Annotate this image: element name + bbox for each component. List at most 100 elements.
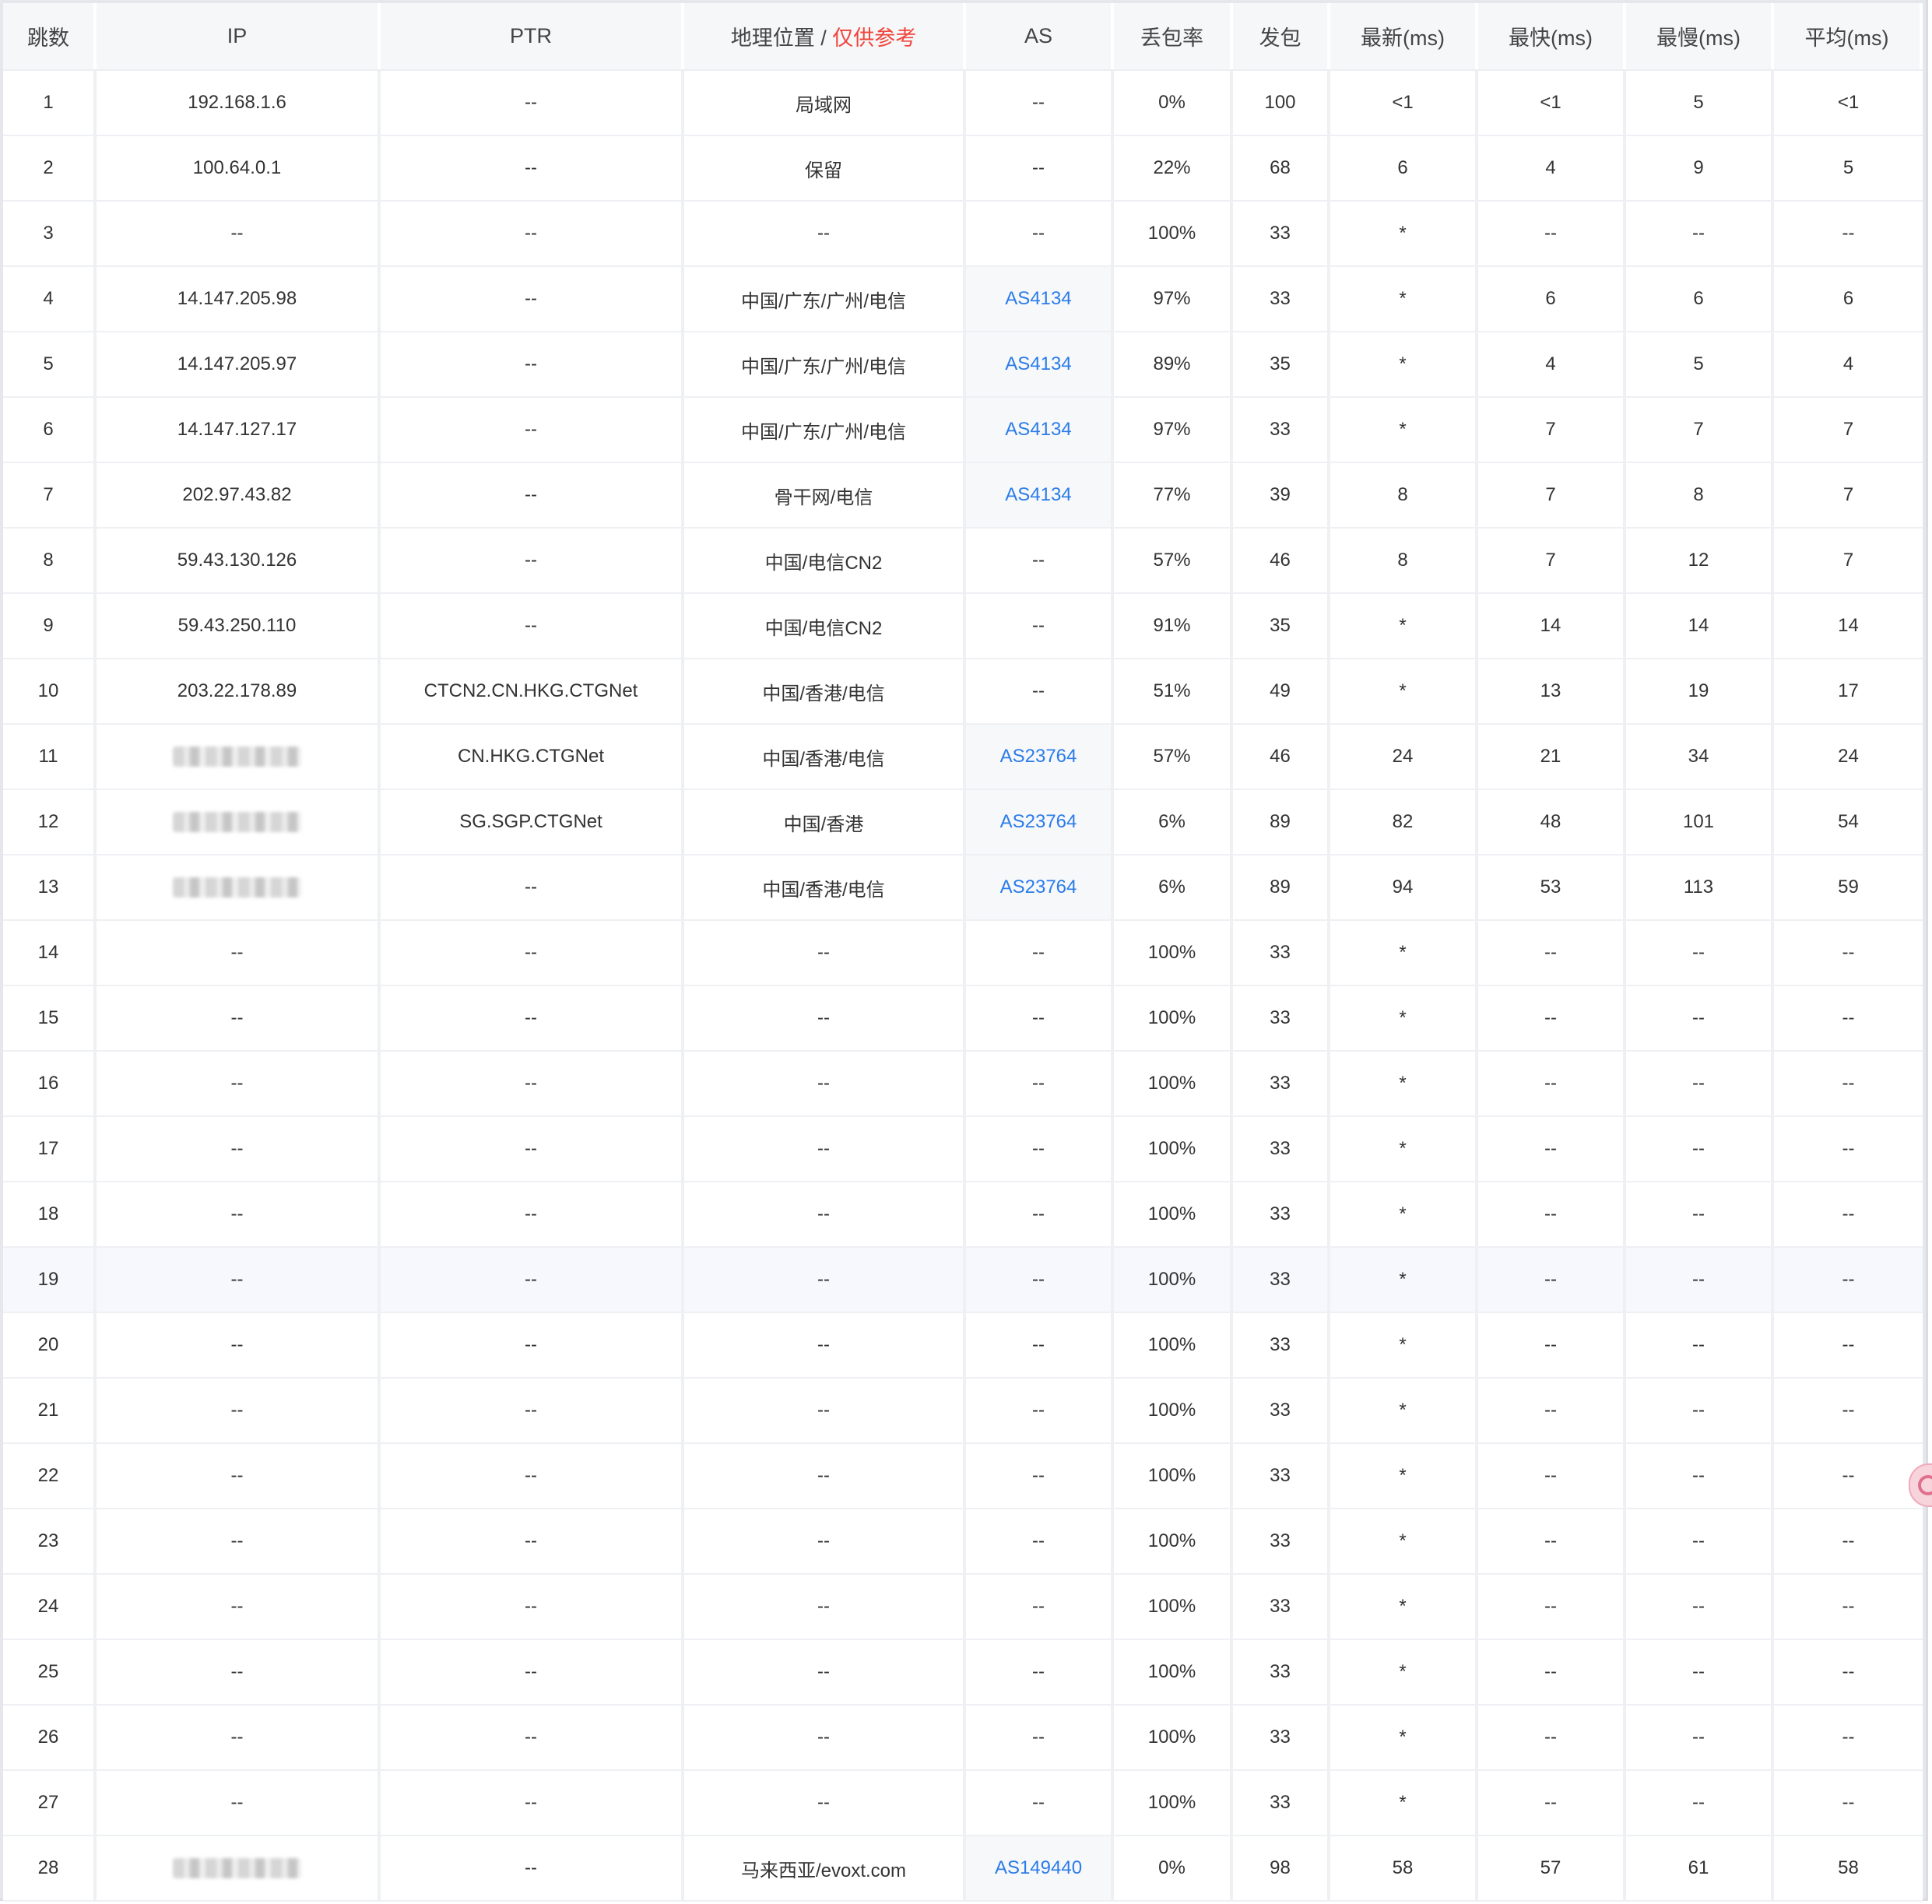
cell-ptr: -- <box>381 1509 684 1573</box>
cell-loss: 100% <box>1114 1182 1233 1246</box>
cell-avg: 5 <box>1774 136 1923 200</box>
cell-geo: 中国/香港/电信 <box>684 725 966 789</box>
cell-avg: -- <box>1774 1313 1923 1377</box>
cell-ip: 192.168.1.6 <box>97 71 381 135</box>
cell-last: * <box>1330 1313 1478 1377</box>
as-link[interactable]: AS4134 <box>1005 484 1071 506</box>
cell-last: 58 <box>1330 1836 1478 1900</box>
cell-ptr: -- <box>381 71 684 135</box>
cell-as: -- <box>966 1117 1114 1181</box>
table-row: 5 14.147.205.97 -- 中国/广东/广州/电信 AS4134 89% 35 * 4… <box>3 332 1923 398</box>
cell-last: * <box>1330 1640 1478 1704</box>
table-row: 4 14.147.205.98 -- 中国/广东/广州/电信 AS4134 97% 33 * 6… <box>3 267 1923 332</box>
as-link[interactable]: AS23764 <box>1000 746 1077 768</box>
table-row: 15 -- -- -- -- 100% 33 * -- -- -- <box>3 986 1923 1052</box>
cell-ip: 203.22.178.89 <box>97 659 381 723</box>
cell-loss: 100% <box>1114 1052 1233 1115</box>
redacted-ip <box>173 1858 301 1878</box>
cell-ptr: -- <box>381 855 684 919</box>
cell-loss: 91% <box>1114 594 1233 658</box>
cell-last: <1 <box>1330 71 1478 135</box>
cell-avg: <1 <box>1774 71 1923 135</box>
cell-as: -- <box>966 1379 1114 1442</box>
table-row: 17 -- -- -- -- 100% 33 * -- -- -- <box>3 1117 1923 1182</box>
table-row: 19 -- -- -- -- 100% 33 * -- -- -- <box>3 1248 1923 1313</box>
cell-avg: 6 <box>1774 267 1923 331</box>
as-link[interactable]: AS149440 <box>995 1857 1082 1879</box>
cell-last: 8 <box>1330 463 1478 527</box>
cell-sent: 46 <box>1233 725 1330 789</box>
cell-as: -- <box>966 1509 1114 1573</box>
cell-last: * <box>1330 202 1478 265</box>
cell-geo: 保留 <box>684 136 966 200</box>
as-link[interactable]: AS4134 <box>1005 353 1071 375</box>
cell-last: 24 <box>1330 725 1478 789</box>
cell-loss: 22% <box>1114 136 1233 200</box>
cell-sent: 46 <box>1233 529 1330 592</box>
cell-sent: 35 <box>1233 594 1330 658</box>
cell-sent: 33 <box>1233 1182 1330 1246</box>
cell-avg: -- <box>1774 1182 1923 1246</box>
cell-avg: -- <box>1774 1575 1923 1639</box>
cell-worst: -- <box>1626 1444 1774 1508</box>
cell-last: * <box>1330 1444 1478 1508</box>
cell-avg: 7 <box>1774 463 1923 527</box>
as-link[interactable]: AS4134 <box>1005 419 1071 441</box>
cell-best: 14 <box>1478 594 1626 658</box>
cell-ptr: -- <box>381 921 684 985</box>
cell-last: * <box>1330 1706 1478 1769</box>
cell-loss: 100% <box>1114 1313 1233 1377</box>
cell-worst: 7 <box>1626 398 1774 462</box>
cell-sent: 98 <box>1233 1836 1330 1900</box>
table-header: 跳数 IP PTR 地理位置 / 仅供参考 AS 丢包率 发包 最新(ms) 最… <box>3 3 1923 71</box>
redacted-ip <box>173 812 301 832</box>
cell-ip: -- <box>97 1706 381 1769</box>
cell-hop: 22 <box>3 1444 97 1508</box>
cell-ip: 59.43.250.110 <box>97 594 381 658</box>
cell-sent: 33 <box>1233 1575 1330 1639</box>
cell-avg: -- <box>1774 921 1923 985</box>
cell-sent: 33 <box>1233 1117 1330 1181</box>
cell-sent: 33 <box>1233 986 1330 1050</box>
cell-loss: 100% <box>1114 1444 1233 1508</box>
cell-best: -- <box>1478 1182 1626 1246</box>
cell-avg: 54 <box>1774 790 1923 854</box>
cell-avg: -- <box>1774 202 1923 265</box>
cell-worst: -- <box>1626 1248 1774 1312</box>
table-row: 13 -- 中国/香港/电信 AS23764 6% 89 94 53 113 59 <box>3 855 1923 921</box>
cell-ptr: -- <box>381 1836 684 1900</box>
cell-geo: -- <box>684 1706 966 1769</box>
cell-sent: 33 <box>1233 1444 1330 1508</box>
cell-ip: 100.64.0.1 <box>97 136 381 200</box>
as-link[interactable]: AS23764 <box>1000 876 1077 898</box>
cell-hop: 19 <box>3 1248 97 1312</box>
cell-hop: 23 <box>3 1509 97 1573</box>
cell-worst: -- <box>1626 1313 1774 1377</box>
table-row: 27 -- -- -- -- 100% 33 * -- -- -- <box>3 1771 1923 1836</box>
cell-loss: 100% <box>1114 1379 1233 1442</box>
cell-hop: 2 <box>3 136 97 200</box>
cell-best: -- <box>1478 1052 1626 1115</box>
redacted-ip <box>173 877 301 898</box>
cell-loss: 100% <box>1114 1248 1233 1312</box>
cell-last: * <box>1330 1052 1478 1115</box>
header-last: 最新(ms) <box>1330 3 1478 69</box>
header-as: AS <box>966 3 1114 69</box>
table-row: 8 59.43.130.126 -- 中国/电信CN2 -- 57% 46 8 7 12 7 <box>3 529 1923 594</box>
cell-best: -- <box>1478 1117 1626 1181</box>
table-row: 2 100.64.0.1 -- 保留 -- 22% 68 6 4 9 5 <box>3 136 1923 202</box>
cell-ptr: CN.HKG.CTGNet <box>381 725 684 789</box>
cell-as: -- <box>966 1706 1114 1769</box>
cell-as: -- <box>966 1248 1114 1312</box>
cell-last: * <box>1330 1117 1478 1181</box>
cell-geo: -- <box>684 1117 966 1181</box>
cell-as: -- <box>966 594 1114 658</box>
cell-avg: -- <box>1774 1444 1923 1508</box>
cell-best: -- <box>1478 1706 1626 1769</box>
cell-best: -- <box>1478 202 1626 265</box>
as-link[interactable]: AS23764 <box>1000 811 1077 833</box>
cell-worst: 19 <box>1626 659 1774 723</box>
cell-hop: 17 <box>3 1117 97 1181</box>
as-link[interactable]: AS4134 <box>1005 288 1071 310</box>
cell-hop: 5 <box>3 332 97 396</box>
